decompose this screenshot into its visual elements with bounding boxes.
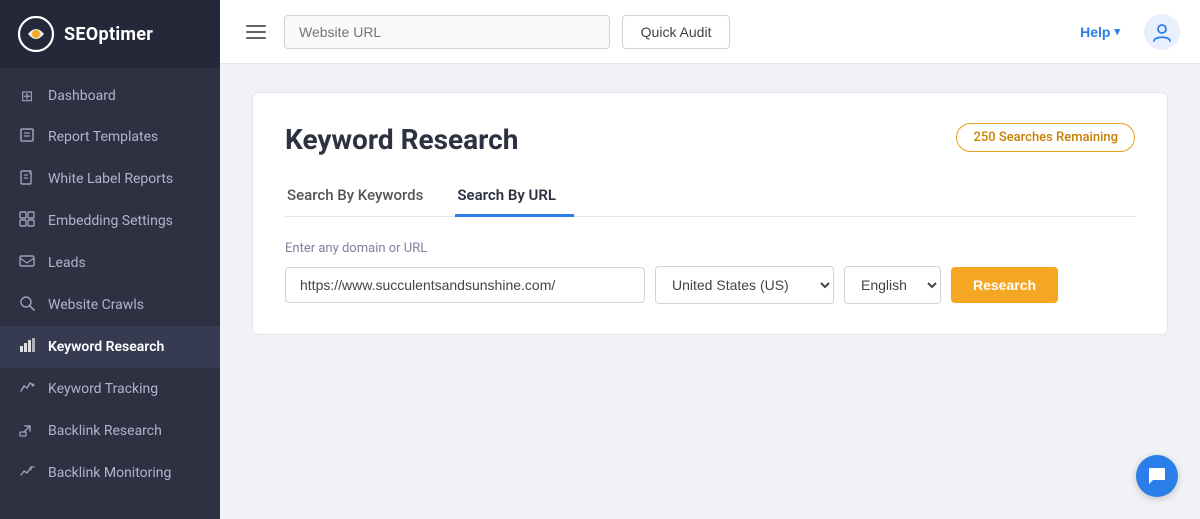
- sidebar-item-backlink-monitoring[interactable]: Backlink Monitoring: [0, 452, 220, 494]
- main-area: Quick Audit Help ▾ Keyword Research 250 …: [220, 0, 1200, 519]
- backlink-monitoring-icon: [18, 463, 36, 483]
- country-select[interactable]: United States (US) United Kingdom (UK) A…: [655, 266, 834, 304]
- sidebar-item-keyword-tracking[interactable]: Keyword Tracking: [0, 368, 220, 410]
- hamburger-line: [246, 37, 266, 39]
- sidebar-logo: SEOptimer: [0, 0, 220, 68]
- hamburger-line: [246, 25, 266, 27]
- keyword-tracking-icon: [18, 379, 36, 399]
- keyword-research-icon: [18, 337, 36, 357]
- sidebar: SEOptimer ⊞ Dashboard Report Templates W…: [0, 0, 220, 519]
- menu-button[interactable]: [240, 19, 272, 45]
- crawls-icon: [18, 295, 36, 315]
- tabs: Search By Keywords Search By URL: [285, 176, 1135, 217]
- tab-search-by-keywords[interactable]: Search By Keywords: [285, 176, 441, 217]
- sidebar-item-label: Keyword Research: [48, 339, 164, 355]
- sidebar-item-label: Report Templates: [48, 129, 158, 145]
- quick-audit-button[interactable]: Quick Audit: [622, 15, 731, 49]
- language-select[interactable]: English Spanish French: [844, 266, 941, 304]
- sidebar-item-leads[interactable]: Leads: [0, 242, 220, 284]
- sidebar-item-label: Leads: [48, 255, 86, 271]
- logo-icon: [18, 16, 54, 52]
- help-chevron-icon: ▾: [1114, 25, 1120, 38]
- url-input-wrap: [284, 15, 610, 49]
- sidebar-item-website-crawls[interactable]: Website Crawls: [0, 284, 220, 326]
- dashboard-icon: ⊞: [18, 87, 36, 105]
- topbar: Quick Audit Help ▾: [220, 0, 1200, 64]
- sidebar-item-label: Backlink Research: [48, 423, 162, 439]
- tab-search-by-url[interactable]: Search By URL: [455, 176, 574, 217]
- sidebar-item-report-templates[interactable]: Report Templates: [0, 116, 220, 158]
- sidebar-item-label: Keyword Tracking: [48, 381, 158, 397]
- searches-badge: 250 Searches Remaining: [956, 123, 1135, 152]
- user-icon: [1151, 21, 1173, 43]
- sidebar-item-backlink-research[interactable]: Backlink Research: [0, 410, 220, 452]
- sidebar-item-embedding-settings[interactable]: Embedding Settings: [0, 200, 220, 242]
- user-avatar[interactable]: [1144, 14, 1180, 50]
- leads-icon: [18, 253, 36, 273]
- domain-input[interactable]: [285, 267, 645, 303]
- sidebar-item-label: Website Crawls: [48, 297, 144, 313]
- sidebar-item-white-label-reports[interactable]: White Label Reports: [0, 158, 220, 200]
- page-title: Keyword Research: [285, 123, 518, 156]
- research-button[interactable]: Research: [951, 267, 1058, 303]
- sidebar-item-label: Backlink Monitoring: [48, 465, 171, 481]
- chat-icon: [1147, 466, 1167, 486]
- logo-text: SEOptimer: [64, 24, 153, 45]
- sidebar-item-label: Dashboard: [48, 88, 116, 104]
- hamburger-line: [246, 31, 266, 33]
- search-row: United States (US) United Kingdom (UK) A…: [285, 266, 1135, 304]
- help-button[interactable]: Help ▾: [1080, 24, 1120, 40]
- white-label-icon: [18, 169, 36, 189]
- embedding-icon: [18, 211, 36, 231]
- backlink-research-icon: [18, 421, 36, 441]
- sidebar-nav: ⊞ Dashboard Report Templates White Label…: [0, 68, 220, 519]
- content-area: Keyword Research 250 Searches Remaining …: [220, 64, 1200, 519]
- sidebar-item-keyword-research[interactable]: Keyword Research: [0, 326, 220, 368]
- page-header: Keyword Research 250 Searches Remaining: [285, 123, 1135, 156]
- sidebar-item-dashboard[interactable]: ⊞ Dashboard: [0, 76, 220, 116]
- sidebar-item-label: White Label Reports: [48, 171, 173, 187]
- report-templates-icon: [18, 127, 36, 147]
- form-label: Enter any domain or URL: [285, 241, 1135, 256]
- website-url-input[interactable]: [284, 15, 610, 49]
- content-card: Keyword Research 250 Searches Remaining …: [252, 92, 1168, 335]
- chat-bubble-button[interactable]: [1136, 455, 1178, 497]
- help-label: Help: [1080, 24, 1110, 40]
- sidebar-item-label: Embedding Settings: [48, 213, 173, 229]
